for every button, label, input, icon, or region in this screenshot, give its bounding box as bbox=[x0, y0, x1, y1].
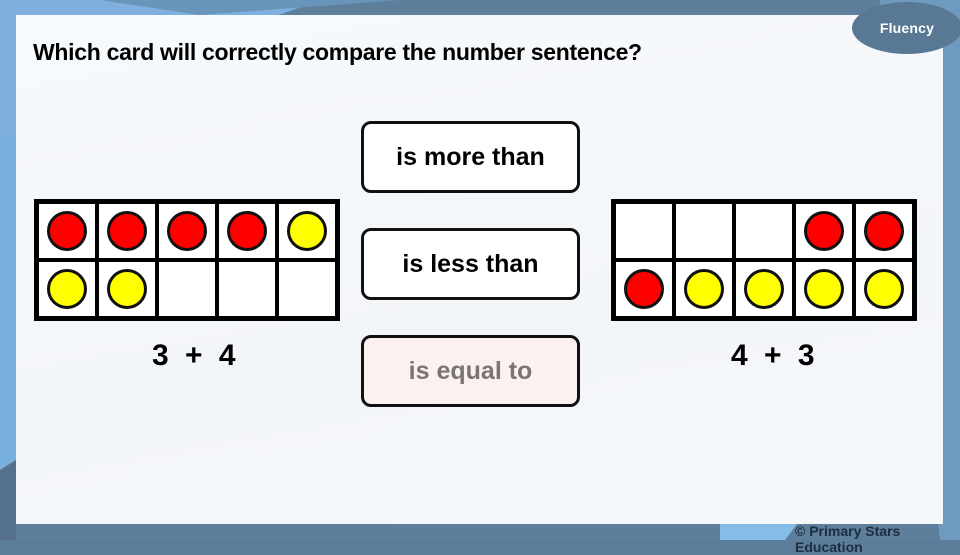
expression-right: 4 + 3 bbox=[731, 339, 819, 372]
ten-frame-cell bbox=[217, 260, 277, 318]
ten-frame-cell bbox=[674, 260, 734, 318]
ten-frame-cell bbox=[794, 202, 854, 260]
expression-left: 3 + 4 bbox=[152, 339, 240, 372]
card-is-more-than[interactable]: is more than bbox=[361, 121, 580, 193]
yellow-counter bbox=[107, 269, 147, 309]
ten-frame-cell bbox=[734, 260, 794, 318]
ten-frame-cell bbox=[794, 260, 854, 318]
card-is-less-than[interactable]: is less than bbox=[361, 228, 580, 300]
ten-frame-cell bbox=[277, 260, 337, 318]
yellow-counter bbox=[684, 269, 724, 309]
ten-frame-cell bbox=[277, 202, 337, 260]
question-text: Which card will correctly compare the nu… bbox=[33, 39, 642, 65]
red-counter bbox=[804, 211, 844, 251]
red-counter bbox=[227, 211, 267, 251]
ten-frame-cell bbox=[854, 260, 914, 318]
ten-frame-cell bbox=[734, 202, 794, 260]
fluency-badge: Fluency bbox=[852, 2, 960, 54]
ten-frame-cell bbox=[614, 202, 674, 260]
ten-frame-cell bbox=[217, 202, 277, 260]
ten-frame-cell bbox=[674, 202, 734, 260]
card-is-equal-to[interactable]: is equal to bbox=[361, 335, 580, 407]
red-counter bbox=[107, 211, 147, 251]
ten-frame-cell bbox=[37, 202, 97, 260]
ten-frame-right bbox=[611, 199, 917, 321]
ten-frame-cell bbox=[854, 202, 914, 260]
ten-frame-cell bbox=[157, 202, 217, 260]
yellow-counter bbox=[864, 269, 904, 309]
ten-frame-cell bbox=[614, 260, 674, 318]
yellow-counter bbox=[804, 269, 844, 309]
yellow-counter bbox=[287, 211, 327, 251]
ten-frame-cell bbox=[37, 260, 97, 318]
red-counter bbox=[864, 211, 904, 251]
yellow-counter bbox=[744, 269, 784, 309]
ten-frame-cell bbox=[157, 260, 217, 318]
red-counter bbox=[47, 211, 87, 251]
ten-frame-cell bbox=[97, 260, 157, 318]
red-counter bbox=[167, 211, 207, 251]
yellow-counter bbox=[47, 269, 87, 309]
red-counter bbox=[624, 269, 664, 309]
ten-frame-cell bbox=[97, 202, 157, 260]
ten-frame-left bbox=[34, 199, 340, 321]
copyright-text: © Primary Stars Education bbox=[795, 523, 901, 555]
